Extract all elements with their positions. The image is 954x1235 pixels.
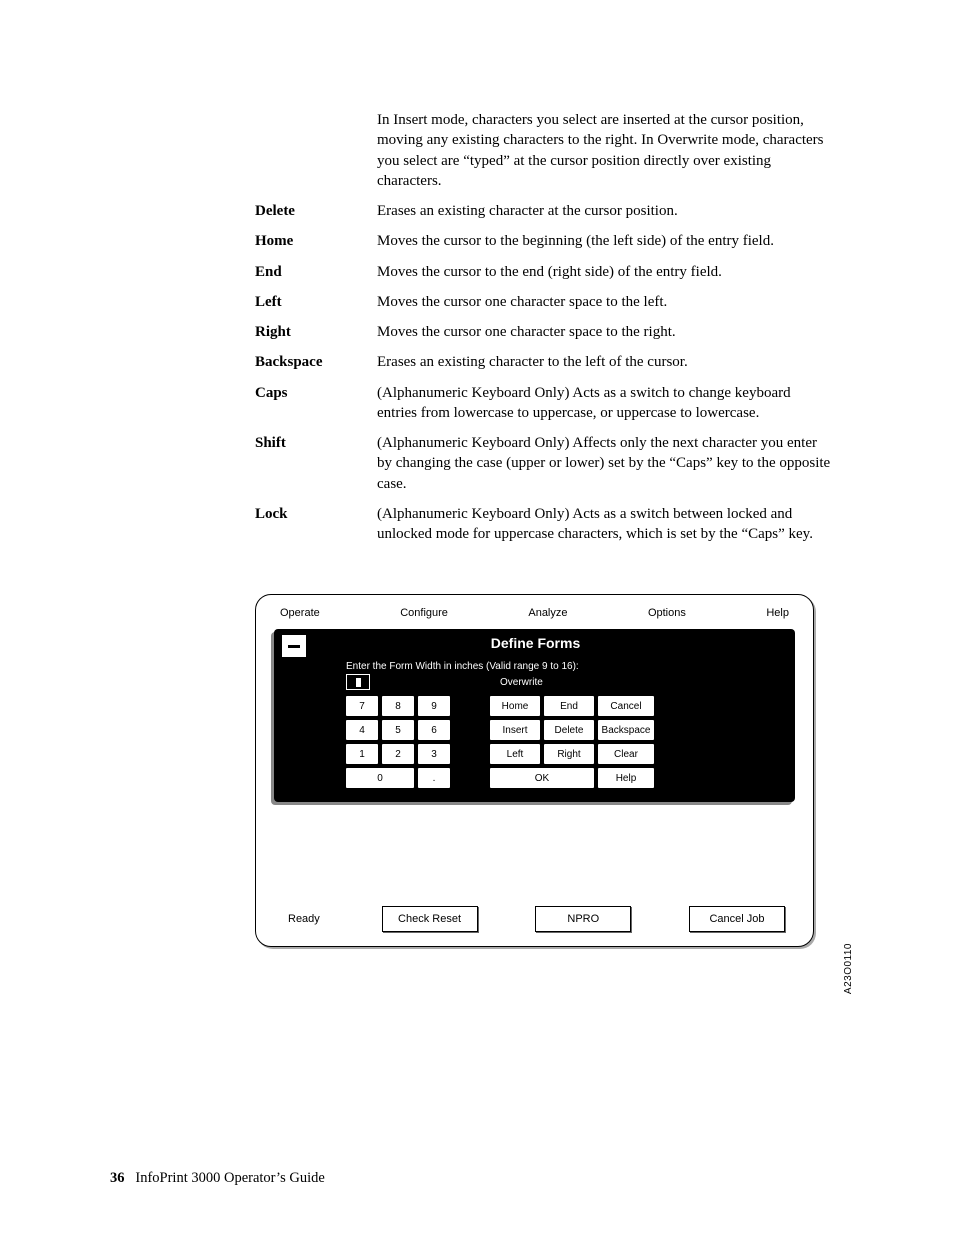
menu-operate[interactable]: Operate	[280, 607, 320, 619]
key-8[interactable]: 8	[382, 696, 414, 716]
nav-keypad: Home End Cancel Insert Delete Backspace …	[490, 696, 654, 788]
definition-list: In Insert mode, characters you select ar…	[255, 110, 834, 544]
key-clear[interactable]: Clear	[598, 744, 654, 764]
definition-row: Shift (Alphanumeric Keyboard Only) Affec…	[255, 433, 834, 494]
dialog-prompt: Enter the Form Width in inches (Valid ra…	[274, 657, 795, 672]
definition-desc: Erases an existing character at the curs…	[377, 201, 834, 221]
definition-row: Backspace Erases an existing character t…	[255, 352, 834, 372]
definition-desc: Moves the cursor one character space to …	[377, 322, 834, 342]
key-7[interactable]: 7	[346, 696, 378, 716]
numeric-keypad: 7 8 9 4 5 6 1 2 3	[346, 696, 450, 788]
page-footer: 36 InfoPrint 3000 Operator’s Guide	[110, 1170, 325, 1187]
figure-code: A23O0110	[843, 943, 854, 994]
definition-row: Right Moves the cursor one character spa…	[255, 322, 834, 342]
touch-panel: Operate Configure Analyze Options Help D…	[255, 594, 814, 947]
bottom-bar: Ready Check Reset NPRO Cancel Job	[256, 906, 813, 946]
key-0[interactable]: 0	[346, 768, 414, 788]
definition-desc: In Insert mode, characters you select ar…	[377, 110, 834, 191]
key-dot[interactable]: .	[418, 768, 450, 788]
key-left[interactable]: Left	[490, 744, 540, 764]
page-number: 36	[110, 1170, 125, 1186]
definition-row: Caps (Alphanumeric Keyboard Only) Acts a…	[255, 383, 834, 424]
form-width-input[interactable]	[346, 674, 370, 690]
definition-term: Left	[255, 292, 377, 312]
key-2[interactable]: 2	[382, 744, 414, 764]
key-cancel[interactable]: Cancel	[598, 696, 654, 716]
key-6[interactable]: 6	[418, 720, 450, 740]
definition-term	[255, 110, 377, 191]
npro-button[interactable]: NPRO	[535, 906, 631, 932]
definition-row: Delete Erases an existing character at t…	[255, 201, 834, 221]
menu-help[interactable]: Help	[766, 607, 789, 619]
definition-desc: Moves the cursor to the beginning (the l…	[377, 231, 834, 251]
definition-row: Left Moves the cursor one character spac…	[255, 292, 834, 312]
key-1[interactable]: 1	[346, 744, 378, 764]
key-5[interactable]: 5	[382, 720, 414, 740]
definition-desc: (Alphanumeric Keyboard Only) Affects onl…	[377, 433, 834, 494]
definition-term: Delete	[255, 201, 377, 221]
definition-row: Lock (Alphanumeric Keyboard Only) Acts a…	[255, 504, 834, 545]
definition-desc: Erases an existing character to the left…	[377, 352, 834, 372]
definition-term: Lock	[255, 504, 377, 545]
key-end[interactable]: End	[544, 696, 594, 716]
footer-title: InfoPrint 3000 Operator’s Guide	[135, 1170, 324, 1186]
entry-mode-label: Overwrite	[500, 677, 543, 688]
key-help[interactable]: Help	[598, 768, 654, 788]
definition-desc: Moves the cursor one character space to …	[377, 292, 834, 312]
menu-options[interactable]: Options	[648, 607, 686, 619]
cancel-job-button[interactable]: Cancel Job	[689, 906, 785, 932]
system-menu-icon[interactable]	[282, 635, 306, 657]
key-backspace[interactable]: Backspace	[598, 720, 654, 740]
definition-intro: In Insert mode, characters you select ar…	[255, 110, 834, 191]
key-4[interactable]: 4	[346, 720, 378, 740]
dialog-title: Define Forms	[306, 629, 765, 655]
definition-desc: (Alphanumeric Keyboard Only) Acts as a s…	[377, 504, 834, 545]
menu-configure[interactable]: Configure	[400, 607, 448, 619]
definition-row: End Moves the cursor to the end (right s…	[255, 262, 834, 282]
definition-row: Home Moves the cursor to the beginning (…	[255, 231, 834, 251]
check-reset-button[interactable]: Check Reset	[382, 906, 478, 932]
figure: Operate Configure Analyze Options Help D…	[255, 594, 834, 947]
definition-term: Shift	[255, 433, 377, 494]
key-9[interactable]: 9	[418, 696, 450, 716]
menubar: Operate Configure Analyze Options Help	[256, 595, 813, 629]
key-3[interactable]: 3	[418, 744, 450, 764]
status-ready: Ready	[284, 907, 324, 931]
key-ok[interactable]: OK	[490, 768, 594, 788]
definition-term: Backspace	[255, 352, 377, 372]
definition-term: Caps	[255, 383, 377, 424]
menu-analyze[interactable]: Analyze	[528, 607, 567, 619]
definition-desc: (Alphanumeric Keyboard Only) Acts as a s…	[377, 383, 834, 424]
definition-term: End	[255, 262, 377, 282]
dialog: Define Forms Enter the Form Width in inc…	[274, 629, 795, 802]
cursor-icon	[356, 678, 361, 687]
definition-term: Right	[255, 322, 377, 342]
key-home[interactable]: Home	[490, 696, 540, 716]
definition-term: Home	[255, 231, 377, 251]
key-insert[interactable]: Insert	[490, 720, 540, 740]
key-delete[interactable]: Delete	[544, 720, 594, 740]
key-right[interactable]: Right	[544, 744, 594, 764]
keypad-area: 7 8 9 4 5 6 1 2 3	[274, 696, 795, 788]
definition-desc: Moves the cursor to the end (right side)…	[377, 262, 834, 282]
page: In Insert mode, characters you select ar…	[0, 0, 954, 1235]
